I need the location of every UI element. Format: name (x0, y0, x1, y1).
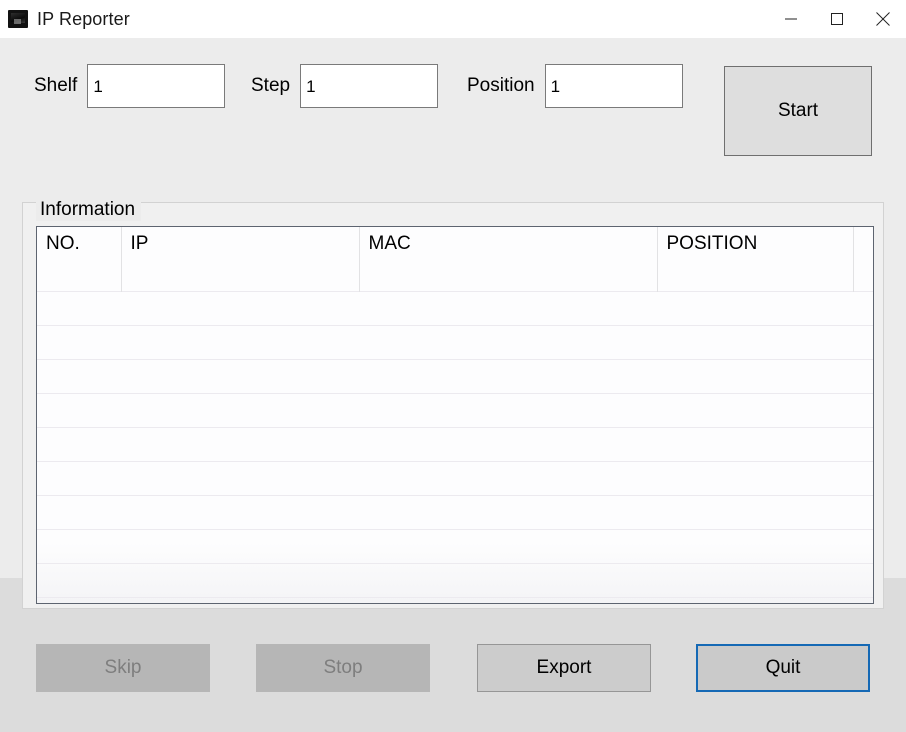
table-empty-cell (121, 529, 359, 564)
table-empty-cell (657, 529, 853, 564)
close-icon (876, 12, 890, 26)
table-empty-row[interactable] (37, 529, 873, 564)
table-empty-cell (121, 291, 359, 326)
position-label: Position (467, 75, 535, 96)
table-empty-row[interactable] (37, 563, 873, 598)
information-group-title: Information (36, 199, 142, 221)
table-empty-cell (853, 461, 873, 496)
table-empty-cell (37, 325, 121, 360)
parameters-row: Shelf Step Position Start (0, 64, 906, 164)
table-empty-cell (657, 563, 853, 598)
window-controls (768, 0, 906, 38)
table-header: NO. IP MAC POSITION (37, 227, 873, 292)
start-button[interactable]: Start (724, 66, 872, 156)
action-button-row: Skip Stop Export Quit (0, 644, 906, 698)
column-header-position[interactable]: POSITION (657, 227, 854, 292)
table-empty-row[interactable] (37, 393, 873, 428)
table-empty-cell (121, 359, 359, 394)
table-empty-cell (37, 461, 121, 496)
information-table[interactable]: NO. IP MAC POSITION (36, 226, 874, 604)
table-empty-cell (657, 291, 853, 326)
column-header-ip[interactable]: IP (121, 227, 360, 292)
table-empty-cell (853, 529, 873, 564)
table-empty-row[interactable] (37, 427, 873, 462)
table-empty-cell (853, 495, 873, 530)
table-empty-cell (37, 563, 121, 598)
table-empty-cell (853, 325, 873, 360)
table-empty-row[interactable] (37, 461, 873, 496)
table-empty-cell (657, 325, 853, 360)
shelf-input[interactable] (87, 64, 226, 108)
table-empty-cell (37, 529, 121, 564)
quit-button[interactable]: Quit (696, 644, 870, 692)
table-empty-row[interactable] (37, 597, 873, 603)
close-button[interactable] (860, 0, 906, 38)
position-field-group: Position (467, 64, 683, 108)
app-window: IP Reporter Shelf 1 Step 1 Position 1 St… (0, 0, 906, 732)
step-label: Step (251, 75, 291, 96)
table-empty-cell (121, 393, 359, 428)
table-empty-cell (359, 427, 657, 462)
client-area: Shelf Step Position Start Information (0, 38, 906, 732)
table-empty-cell (657, 427, 853, 462)
column-header-spacer (853, 227, 873, 292)
table-empty-cell (359, 393, 657, 428)
table-empty-row[interactable] (37, 291, 873, 326)
shelf-field-group: Shelf (34, 64, 226, 108)
table-empty-cell (121, 495, 359, 530)
table-empty-cell (37, 495, 121, 530)
step-input[interactable] (300, 64, 439, 108)
app-icon (8, 10, 28, 28)
table-empty-cell (359, 461, 657, 496)
table-empty-row[interactable] (37, 495, 873, 530)
information-table-grid: NO. IP MAC POSITION (37, 227, 873, 603)
table-empty-cell (657, 597, 853, 603)
table-empty-cell (359, 291, 657, 326)
skip-button[interactable]: Skip (36, 644, 210, 692)
minimize-icon (785, 18, 797, 20)
column-header-mac[interactable]: MAC (359, 227, 658, 292)
export-button[interactable]: Export (477, 644, 651, 692)
table-empty-cell (121, 427, 359, 462)
table-empty-cell (37, 597, 121, 603)
table-empty-cell (37, 359, 121, 394)
step-field-group: Step (251, 64, 439, 108)
table-empty-cell (657, 393, 853, 428)
table-empty-cell (37, 427, 121, 462)
table-empty-row[interactable] (37, 359, 873, 394)
table-empty-cell (853, 427, 873, 462)
table-empty-cell (359, 325, 657, 360)
table-empty-cell (657, 359, 853, 394)
table-header-row: NO. IP MAC POSITION (37, 227, 873, 292)
table-empty-cell (121, 597, 359, 603)
table-empty-cell (37, 291, 121, 326)
table-empty-cell (359, 359, 657, 394)
table-empty-cell (657, 461, 853, 496)
table-empty-cell (359, 597, 657, 603)
table-empty-row[interactable] (37, 325, 873, 360)
table-empty-cell (359, 563, 657, 598)
table-empty-cell (853, 359, 873, 394)
table-empty-cell (853, 563, 873, 598)
title-bar: IP Reporter (0, 0, 906, 38)
stop-button[interactable]: Stop (256, 644, 430, 692)
table-empty-cell (853, 291, 873, 326)
table-empty-cell (121, 461, 359, 496)
position-input[interactable] (544, 64, 683, 108)
table-empty-cell (359, 529, 657, 564)
table-empty-cell (37, 393, 121, 428)
shelf-label: Shelf (34, 75, 78, 96)
table-empty-cell (853, 597, 873, 603)
column-header-no[interactable]: NO. (37, 227, 122, 292)
window-title: IP Reporter (37, 8, 130, 29)
table-body (37, 291, 873, 603)
table-empty-cell (359, 495, 657, 530)
maximize-button[interactable] (814, 0, 860, 38)
table-empty-cell (657, 495, 853, 530)
minimize-button[interactable] (768, 0, 814, 38)
maximize-icon (831, 13, 843, 25)
table-empty-cell (121, 325, 359, 360)
table-empty-cell (853, 393, 873, 428)
table-empty-cell (121, 563, 359, 598)
